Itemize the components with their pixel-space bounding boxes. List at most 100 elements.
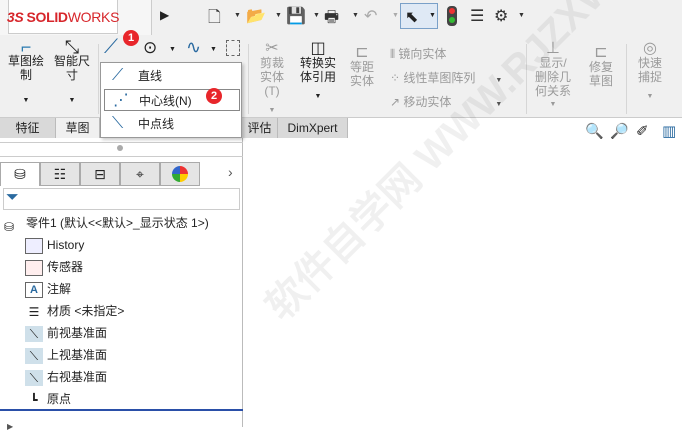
material-icon: ☰ [28,304,40,319]
sketch-label: 草图绘制 [8,54,45,82]
chevron-down-icon[interactable]: ▼ [275,12,282,19]
zoom-to-area-icon[interactable]: 🔎 [610,122,629,140]
menu-item-line[interactable]: ⟋ 直线 [104,65,240,87]
options-icon[interactable]: ⚙ [494,6,508,26]
tree-item-material[interactable]: ☰ 材质 <未指定> [25,300,125,322]
undo-icon[interactable]: ↶ [364,6,377,26]
display-manager-tab[interactable] [160,162,200,186]
tree-item-history[interactable]: History [25,234,84,256]
configuration-icon: ⊟ [94,166,106,182]
convert-label: 转换实体引用 [299,56,336,84]
tree-item-origin[interactable]: ┗ 原点 [25,388,71,410]
offset-label: 等距实体 [349,60,374,88]
tree-root-label: 零件1 (默认<<默认>_显示状态 1>) [26,216,209,230]
quick-snaps-button[interactable]: ◎ 快速捕捉 ▼ [630,41,670,104]
circle-tool-icon[interactable]: ⊙ [143,38,157,58]
chevron-down-icon[interactable]: ▼ [234,12,241,19]
select-button[interactable]: ⬉ ▼ [400,3,438,29]
pattern-icon: ⁘ [390,71,404,85]
smart-dimension-button[interactable]: ⤡ 智能尺寸 ▼ [50,37,94,108]
mirror-label: 镜向实体 [398,47,447,61]
chevron-down-icon: ▼ [429,12,436,19]
history-folder-icon [25,237,43,254]
tree-item-right-plane[interactable]: ⟍ 右视基准面 [25,366,107,388]
origin-icon: ┗ [30,392,38,407]
sensors-folder-icon [25,259,43,276]
feature-manager-tab[interactable]: ⛁ [0,162,40,186]
step-badge-2: 2 [206,88,222,104]
trim-label: 剪裁实体(T) [259,56,284,98]
line-tool-icon[interactable]: ⟋ [104,36,118,59]
chevron-down-icon[interactable]: ▼ [392,12,399,19]
plane-icon: ⟍ [25,325,43,342]
tree-item-top-plane[interactable]: ⟍ 上视基准面 [25,344,107,366]
part-icon: ⛁ [4,219,15,234]
menu-item-midpoint-line[interactable]: ⟍ 中点线 [104,113,240,135]
chevron-down-icon[interactable]: ▼ [352,12,359,19]
plane-icon: ⟍ [25,347,43,364]
repair-icon: ⊏ [594,44,608,61]
convert-icon: ◫ [310,40,326,57]
tree-item-label: History [47,238,85,252]
configuration-manager-tab[interactable]: ⊟ [80,162,120,186]
offset-entities-button[interactable]: ⊏ 等距实体 [343,44,381,89]
plane-icon: ⟍ [25,369,43,386]
midpoint-line-icon: ⟍ [112,115,124,132]
menu-item-label: 中点线 [138,117,175,131]
chevron-down-icon[interactable]: ▼ [169,46,176,53]
panel-splitter-handle[interactable] [117,145,123,151]
tree-root-part[interactable]: ⛁ 零件1 (默认<<默认>_显示状态 1>) [4,212,209,234]
spline-tool-icon[interactable]: ∿ [186,37,201,58]
logo-ds: 3S [6,8,24,25]
save-icon[interactable]: 💾 [286,6,306,26]
previous-view-icon[interactable]: ✐ [636,122,649,140]
centerline-icon: ⋰ [113,92,129,109]
line-icon: ⟋ [112,67,124,84]
tab-features[interactable]: 特征 [0,118,56,138]
tree-item-label: 传感器 [47,260,84,274]
rebuild-icon[interactable] [447,6,457,26]
smart-dimension-icon: ⤡ [64,37,80,57]
tree-item-label: 右视基准面 [47,370,108,384]
repair-sketch-button[interactable]: ⊏ 修复草图 [580,44,622,89]
chevron-right-icon[interactable]: › [228,164,233,180]
sketch-button[interactable]: ⌐ 草图绘制 ▼ [4,38,48,108]
zoom-to-fit-icon[interactable]: 🔍 [585,122,604,140]
file-properties-icon[interactable]: ☰ [470,6,484,26]
tab-evaluate[interactable]: 评估 [242,118,278,138]
menu-item-label: 直线 [138,69,163,83]
new-document-icon[interactable]: 🗋 [208,6,221,33]
repair-label: 修复草图 [588,60,613,88]
convert-entities-button[interactable]: ◫ 转换实体引用 ▼ [296,40,340,104]
annotations-folder-icon: A [25,281,43,298]
dimxpert-manager-tab[interactable]: ⌖ [120,162,160,186]
menu-item-label: 中心线(N) [139,94,192,108]
part-icon: ⛁ [14,166,26,182]
quick-snap-label: 快速捕捉 [637,56,662,84]
offset-icon: ⊏ [355,44,369,61]
plane-icon[interactable] [226,40,240,56]
tree-item-annotations[interactable]: A 注解 [25,278,71,300]
step-badge-1: 1 [123,30,139,46]
chevron-down-icon[interactable]: ▼ [210,46,217,53]
property-icon: ☷ [53,166,67,182]
tree-item-label: 上视基准面 [47,348,108,362]
smart-dimension-label: 智能尺寸 [54,54,91,82]
trim-entities-button[interactable]: ✂ 剪裁实体(T) ▼ [252,40,292,118]
solidworks-logo[interactable]: 3S SOLID WORKS [6,0,119,34]
expand-menu-arrow-icon[interactable]: ▶ [160,8,169,22]
property-manager-tab[interactable]: ☷ [40,162,80,186]
section-view-icon[interactable]: ▥ [662,122,676,140]
tree-item-front-plane[interactable]: ⟍ 前视基准面 [25,322,107,344]
tree-item-sensors[interactable]: 传感器 [25,256,83,278]
open-icon[interactable]: 📂 [246,6,266,26]
print-icon[interactable]: 🖶 [324,6,339,33]
filter-icon: ⏷ [6,189,19,206]
tab-sketch[interactable]: 草图 [56,118,100,138]
mirror-entities-button[interactable]: ⫴ 镜向实体 [390,42,446,66]
filter-input[interactable]: ⏷ [3,188,240,210]
tab-dimxpert[interactable]: DimXpert [278,118,348,138]
rollback-bar[interactable] [0,409,243,411]
trim-icon: ✂ [265,40,279,57]
chevron-down-icon[interactable]: ▼ [313,12,320,19]
